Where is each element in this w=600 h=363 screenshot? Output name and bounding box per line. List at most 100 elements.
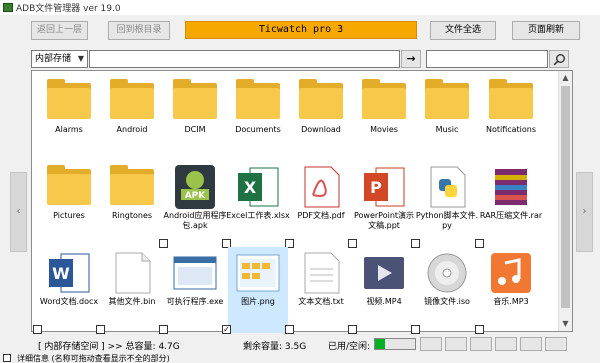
next-page-button[interactable]: › [576,172,593,252]
prev-page-button[interactable]: ‹ [10,172,27,252]
file-item[interactable]: 视频.MP4 [348,247,414,334]
folder-item[interactable]: Android [102,75,162,161]
window-title: ADB文件管理器 ver 19.0 [16,4,121,14]
chevron-down-icon: ▼ [77,54,84,63]
file-item[interactable]: 可执行程序.exe [159,247,225,334]
item-label: 图片.png [241,297,275,306]
file-item[interactable]: P PowerPoint演示文稿.ppt [348,161,414,248]
folder-item[interactable]: Notifications [481,75,541,161]
folder-icon [110,165,154,209]
item-checkbox[interactable]: ✓ [222,325,231,334]
item-label: 镜像文件.iso [424,297,470,306]
file-item[interactable]: 文本文档.txt [285,247,351,334]
storage-select[interactable]: 内部存储 ▼ [31,50,88,68]
folder-icon [173,79,217,123]
item-label: Ringtones [111,211,153,220]
vertical-scrollbar[interactable]: ▲ ▼ [558,71,572,331]
status-button-1[interactable] [420,337,442,351]
scroll-thumb[interactable] [561,86,570,308]
file-item[interactable]: 图片.png ✓ [222,247,288,334]
select-all-button[interactable]: 文件全选 [430,21,496,40]
png-file-icon [236,251,280,295]
status-button-3[interactable] [470,337,492,351]
item-checkbox[interactable] [475,325,484,334]
xlsx-file-icon: X [236,165,280,209]
ppt-file-icon: P [362,165,406,209]
file-grid: ▲ ▼ Alarms Android DCIM Documents Download Mo… [31,70,573,334]
file-item[interactable]: W Word文档.docx [33,247,99,334]
file-item[interactable]: APK Android应用程序包.apk [159,161,227,248]
item-label: 文本文档.txt [298,297,344,306]
scroll-down-icon[interactable]: ▼ [559,317,572,331]
free-capacity: 剩余容量: 3.5G [243,342,307,352]
folder-item[interactable]: Documents [228,75,288,161]
root-button[interactable]: 回到根目录 [108,21,170,40]
svg-text:X: X [244,178,257,197]
status-button-4[interactable] [495,337,517,351]
folder-item[interactable]: Download [291,75,351,161]
back-button[interactable]: 返回上一层 [31,21,88,40]
item-label: Pictures [53,211,85,220]
folder-icon [489,79,533,123]
pdf-file-icon [299,165,343,209]
storage-select-value: 内部存储 [35,54,72,64]
folder-icon [110,79,154,123]
file-item[interactable]: 镜像文件.iso [411,247,477,334]
adb-file-manager-window: ADB文件管理器 ver 19.0 返回上一层 回到根目录 Ticwatch p… [0,0,600,363]
item-label: PDF文档.pdf [297,211,345,220]
detail-info-row: 详细信息 (名称可拖动查看显示不全的部分) [0,353,600,363]
item-label: Python脚本文件.py [415,211,479,230]
file-item[interactable]: 其他文件.bin [96,247,162,334]
item-label: Word文档.docx [39,297,99,306]
txt-file-icon [299,251,343,295]
item-checkbox[interactable] [33,325,42,334]
item-checkbox[interactable] [348,325,357,334]
py-file-icon [425,165,469,209]
detail-info-checkbox[interactable] [3,354,11,362]
item-label: Music [435,125,459,134]
item-checkbox[interactable] [159,325,168,334]
status-button-2[interactable] [445,337,467,351]
search-input[interactable] [426,50,548,68]
folder-item[interactable]: Pictures [39,161,99,247]
item-label: Download [301,125,341,134]
scroll-up-icon[interactable]: ▲ [559,71,572,85]
folder-icon [236,79,280,123]
item-checkbox[interactable] [411,325,420,334]
file-item[interactable]: PDF文档.pdf [285,161,351,248]
svg-text:P: P [370,178,382,197]
file-item[interactable]: X Excel工作表.xlsx [222,161,290,248]
usage-progress-fill [375,339,386,349]
status-button-5[interactable] [520,337,542,351]
folder-item[interactable]: Ringtones [102,161,162,247]
path-input[interactable] [89,50,400,68]
folder-icon [425,79,469,123]
app-icon [3,3,13,12]
item-label: 其他文件.bin [108,297,156,306]
folder-item[interactable]: DCIM [165,75,225,161]
item-checkbox[interactable] [96,325,105,334]
item-label: Alarms [55,125,83,134]
go-button[interactable]: → [401,50,421,68]
refresh-button[interactable]: 页面刷新 [512,21,580,40]
item-label: 视频.MP4 [366,297,402,306]
search-button[interactable] [549,50,569,68]
svg-text:W: W [52,264,70,283]
exe-file-icon [173,251,217,295]
item-label: 可执行程序.exe [166,297,224,306]
folder-item[interactable]: Music [417,75,477,161]
folder-item[interactable]: Alarms [39,75,99,161]
item-label: Notifications [485,125,537,134]
folder-item[interactable]: Movies [354,75,414,161]
folder-icon [362,79,406,123]
status-button-6[interactable] [545,337,567,351]
file-item[interactable]: 音乐.MP3 [475,247,541,334]
title-bar: ADB文件管理器 ver 19.0 [0,0,600,15]
item-checkbox[interactable] [285,325,294,334]
storage-info: [ 内部存储空间 ] >> 总容量: 4.7G [38,342,180,352]
file-item[interactable]: RAR压缩文件.rar [475,161,542,248]
file-item[interactable]: Python脚本文件.py [411,161,479,248]
folder-icon [299,79,343,123]
bin-file-icon [110,251,154,295]
item-label: Android应用程序包.apk [163,211,227,230]
